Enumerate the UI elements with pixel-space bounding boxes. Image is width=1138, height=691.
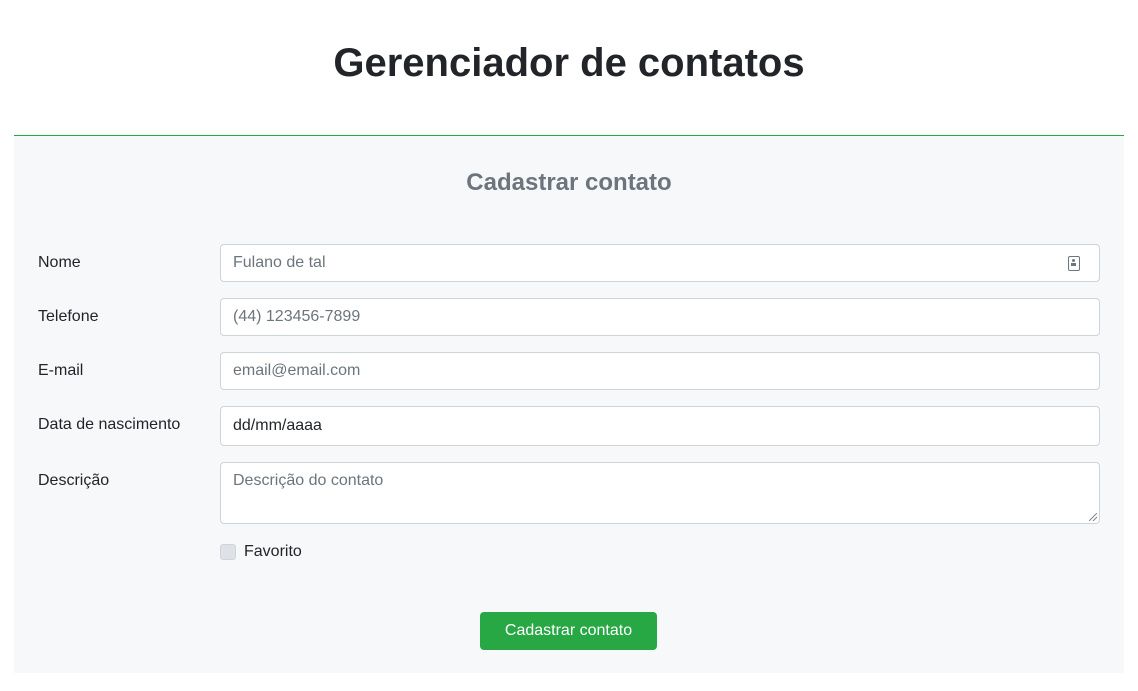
favorito-row[interactable]: Favorito [220,542,302,562]
nome-placeholder: Fulano de tal [233,254,326,271]
nascimento-value: dd/mm/aaaa [233,417,322,434]
email-input[interactable]: email@email.com [220,352,1100,390]
submit-button[interactable]: Cadastrar contato [480,612,657,650]
nascimento-date-input[interactable]: dd/mm/aaaa [220,406,1100,446]
descricao-textarea[interactable]: Descrição do contato [220,462,1100,524]
descricao-label: Descrição [38,472,110,489]
favorito-label[interactable]: Favorito [244,543,302,561]
email-label: E-mail [38,362,84,379]
nascimento-label: Data de nascimento [38,416,181,433]
page-title: Gerenciador de contatos [333,41,805,85]
telefone-label: Telefone [38,308,99,325]
nome-input[interactable]: Fulano de tal [220,244,1100,282]
descricao-placeholder: Descrição do contato [233,472,384,489]
email-placeholder: email@email.com [233,362,361,379]
form-title: Cadastrar contato [466,169,672,196]
resize-handle-icon[interactable] [1089,513,1097,521]
contact-form-panel: Cadastrar contato Nome Fulano de tal Tel… [14,135,1124,673]
nome-label: Nome [38,254,81,271]
telefone-placeholder: (44) 123456-7899 [233,308,361,325]
contact-card-icon[interactable] [1068,256,1080,271]
favorito-checkbox[interactable] [220,544,236,560]
telefone-input[interactable]: (44) 123456-7899 [220,298,1100,336]
